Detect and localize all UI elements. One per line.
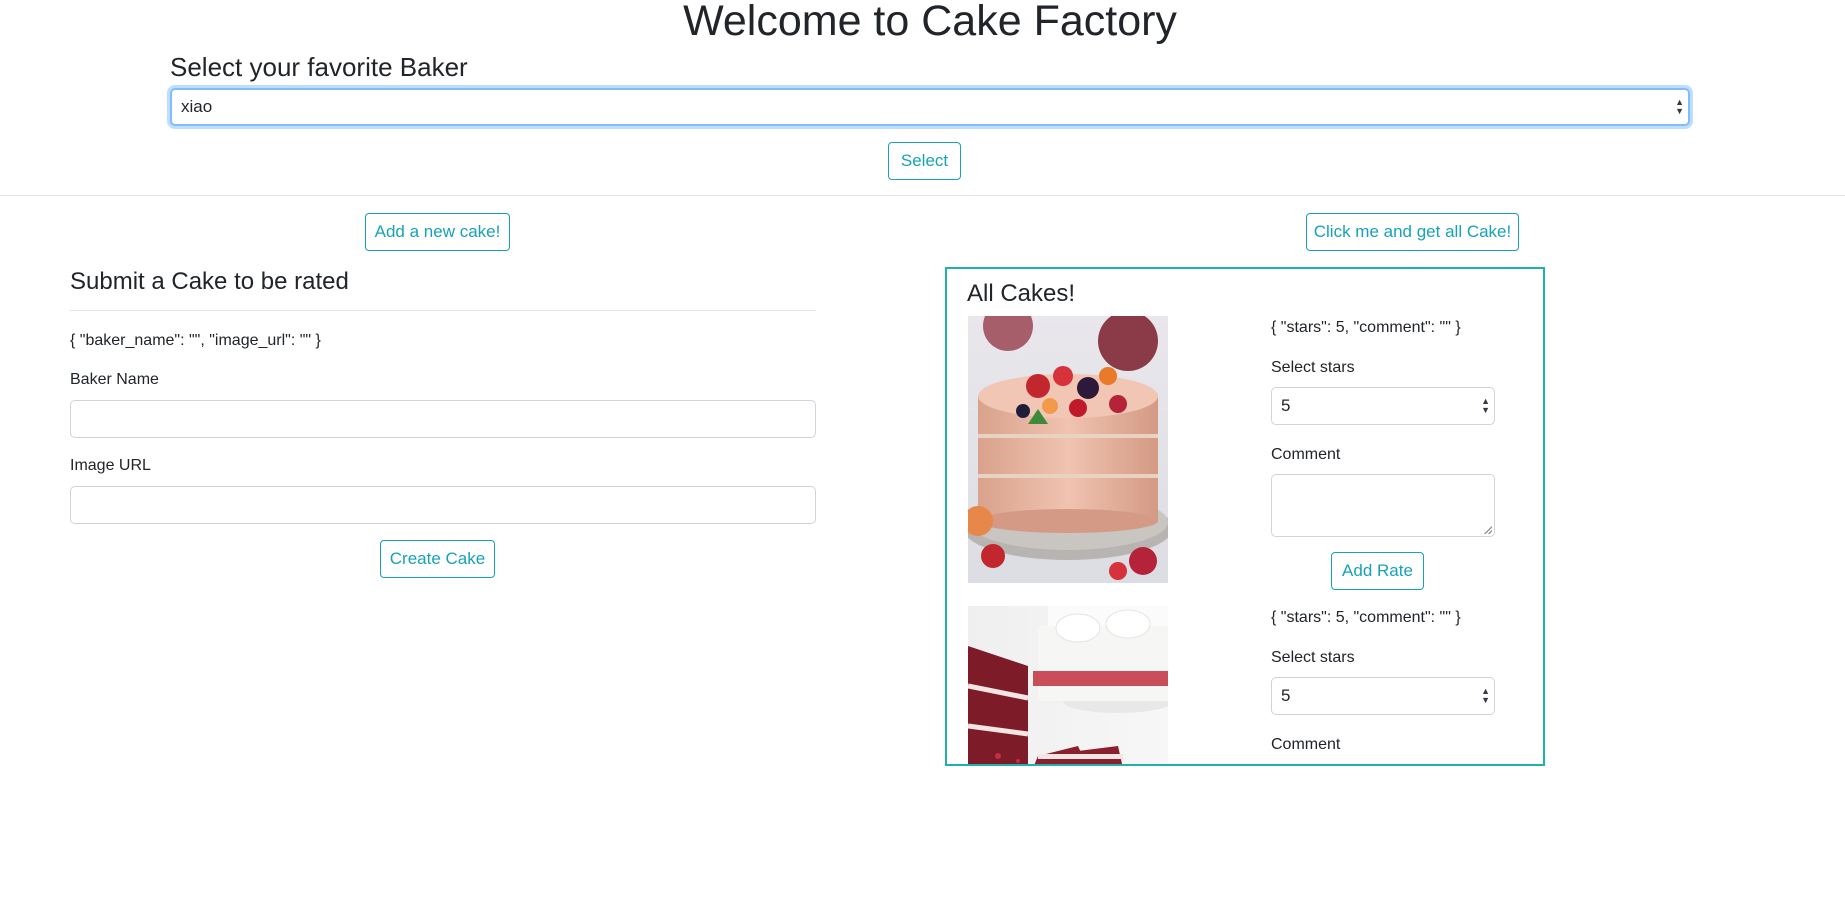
image-url-input[interactable] xyxy=(70,486,816,524)
stars-select[interactable]: 5 ▲ ▼ xyxy=(1271,677,1495,715)
panel-title: All Cakes! xyxy=(967,280,1076,307)
form-state-text: { "baker_name": "", "image_url": "" } xyxy=(70,332,321,349)
form-title: Submit a Cake to be rated xyxy=(70,268,349,295)
baker-select-label: Select your favorite Baker xyxy=(170,52,468,82)
select-baker-button[interactable]: Select xyxy=(888,142,961,180)
add-new-cake-button[interactable]: Add a new cake! xyxy=(365,213,510,251)
stars-select-value: 5 xyxy=(1281,396,1291,415)
cake-rating-state: { "stars": 5, "comment": "" } xyxy=(1271,319,1461,336)
comment-textarea[interactable] xyxy=(1271,474,1495,537)
baker-select[interactable]: xiao ▲ ▼ xyxy=(170,88,1690,126)
form-divider xyxy=(70,310,816,311)
page-title: Welcome to Cake Factory xyxy=(683,0,1177,45)
comment-label: Comment xyxy=(1271,736,1341,753)
create-cake-button[interactable]: Create Cake xyxy=(380,540,495,578)
image-url-label: Image URL xyxy=(70,457,151,474)
select-arrows-icon: ▲ ▼ xyxy=(1675,97,1684,116)
header-divider xyxy=(0,195,1845,196)
select-stars-label: Select stars xyxy=(1271,649,1355,666)
baker-select-value: xiao xyxy=(181,97,213,116)
baker-name-label: Baker Name xyxy=(70,371,159,388)
comment-label: Comment xyxy=(1271,446,1341,463)
stars-select-value: 5 xyxy=(1281,686,1291,705)
select-arrows-icon: ▲ ▼ xyxy=(1481,396,1490,415)
select-arrows-icon: ▲ ▼ xyxy=(1481,686,1490,705)
comment-textarea[interactable] xyxy=(1271,764,1495,766)
cake-rating-state: { "stars": 5, "comment": "" } xyxy=(1271,609,1461,626)
cake-image xyxy=(968,606,1168,764)
get-all-cakes-button[interactable]: Click me and get all Cake! xyxy=(1306,213,1519,251)
stars-select[interactable]: 5 ▲ ▼ xyxy=(1271,387,1495,425)
select-stars-label: Select stars xyxy=(1271,359,1355,376)
all-cakes-panel: All Cakes! {"stars": 5, "comment": ""}… xyxy=(945,267,1545,766)
add-rate-button[interactable]: Add Rate xyxy=(1331,552,1424,590)
resize-handle-icon[interactable] xyxy=(1484,526,1492,534)
baker-name-input[interactable] xyxy=(70,400,816,438)
cake-image xyxy=(968,316,1168,583)
